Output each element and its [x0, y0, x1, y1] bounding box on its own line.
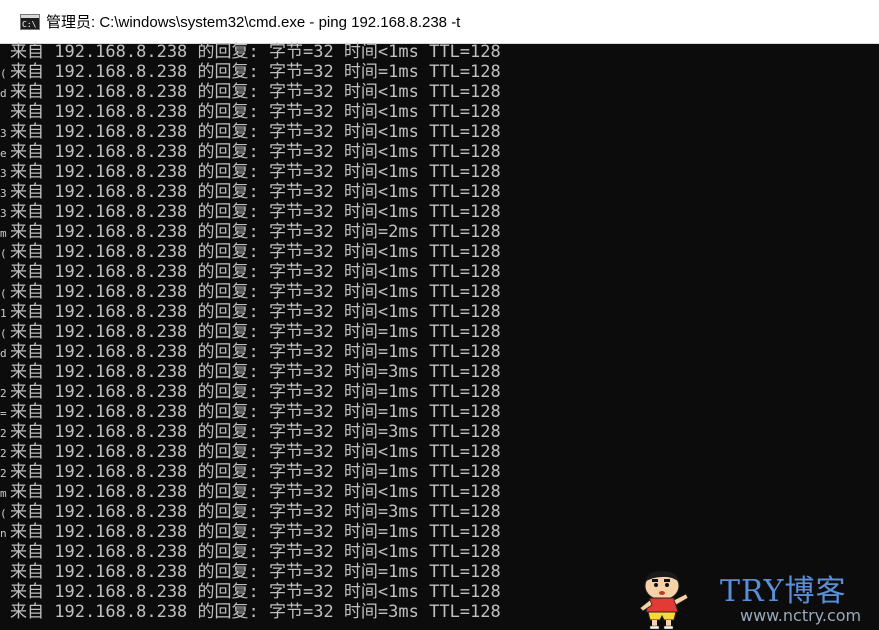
console-line: 来自 192.168.8.238 的回复: 字节=32 时间=3ms TTL=1… [10, 502, 501, 522]
background-window-char: 2 [0, 388, 7, 400]
background-window-char: 3 [0, 128, 7, 140]
console-line: 来自 192.168.8.238 的回复: 字节=32 时间<1ms TTL=1… [10, 442, 501, 462]
console-line: 来自 192.168.8.238 的回复: 字节=32 时间<1ms TTL=1… [10, 142, 501, 162]
console-line: 来自 192.168.8.238 的回复: 字节=32 时间=1ms TTL=1… [10, 342, 501, 362]
background-window-char: 1 [0, 308, 7, 320]
console-line: 来自 192.168.8.238 的回复: 字节=32 时间=1ms TTL=1… [10, 322, 501, 342]
console-line: 来自 192.168.8.238 的回复: 字节=32 时间=1ms TTL=1… [10, 462, 501, 482]
background-window-char: d [0, 88, 7, 100]
console-line: 来自 192.168.8.238 的回复: 字节=32 时间=2ms TTL=1… [10, 222, 501, 242]
console-line: 来自 192.168.8.238 的回复: 字节=32 时间<1ms TTL=1… [10, 302, 501, 322]
title-bar[interactable]: C:\ 管理员: C:\windows\system32\cmd.exe - p… [0, 0, 879, 44]
console-line: 来自 192.168.8.238 的回复: 字节=32 时间<1ms TTL=1… [10, 102, 501, 122]
background-window-char: ( [0, 288, 7, 300]
console-line: 来自 192.168.8.238 的回复: 字节=32 时间<1ms TTL=1… [10, 182, 501, 202]
console-line: 来自 192.168.8.238 的回复: 字节=32 时间<1ms TTL=1… [10, 122, 501, 142]
window-title: 管理员: C:\windows\system32\cmd.exe - ping … [46, 14, 461, 31]
background-window-char: = [0, 408, 7, 420]
background-window-char: e [0, 148, 7, 160]
console-line: 来自 192.168.8.238 的回复: 字节=32 时间=3ms TTL=1… [10, 362, 501, 382]
console-line: 来自 192.168.8.238 的回复: 字节=32 时间=3ms TTL=1… [10, 422, 501, 442]
console-line: 来自 192.168.8.238 的回复: 字节=32 时间<1ms TTL=1… [10, 542, 501, 562]
watermark-brand: TRY博客 [720, 574, 847, 609]
background-window-char: m [0, 488, 7, 500]
console-line: 来自 192.168.8.238 的回复: 字节=32 时间<1ms TTL=1… [10, 202, 501, 222]
crayon-shinchan-mascot [639, 570, 689, 630]
console-line: 来自 192.168.8.238 的回复: 字节=32 时间<1ms TTL=1… [10, 82, 501, 102]
background-window-edge: ( d 3 e 3 3 3 m ( (1 ( d 2 = 2 2 2 m ( n [0, 44, 8, 630]
console-output[interactable]: 来自 192.168.8.238 的回复: 字节=32 时间<1ms TTL=1… [10, 42, 870, 630]
console-line: 来自 192.168.8.238 的回复: 字节=32 时间<1ms TTL=1… [10, 482, 501, 502]
svg-text:C:\: C:\ [22, 20, 37, 29]
background-window-char: 3 [0, 168, 7, 180]
background-window-char: ( [0, 68, 7, 80]
background-window-char: n [0, 528, 7, 540]
cmd-window: C:\ 管理员: C:\windows\system32\cmd.exe - p… [0, 0, 879, 630]
background-window-char: 3 [0, 188, 7, 200]
watermark-url: www.nctry.com [740, 606, 862, 625]
console-line: 来自 192.168.8.238 的回复: 字节=32 时间<1ms TTL=1… [10, 162, 501, 182]
background-window-char: 2 [0, 428, 7, 440]
console-line: 来自 192.168.8.238 的回复: 字节=32 时间<1ms TTL=1… [10, 242, 501, 262]
console-line: 来自 192.168.8.238 的回复: 字节=32 时间<1ms TTL=1… [10, 262, 501, 282]
background-window-char: ( [0, 508, 7, 520]
console-line: 来自 192.168.8.238 的回复: 字节=32 时间=1ms TTL=1… [10, 382, 501, 402]
console-line: 来自 192.168.8.238 的回复: 字节=32 时间<1ms TTL=1… [10, 282, 501, 302]
background-window-char: 2 [0, 468, 7, 480]
background-window-char: ( [0, 328, 7, 340]
console-line: 来自 192.168.8.238 的回复: 字节=32 时间<1ms TTL=1… [10, 42, 501, 62]
background-window-char: 2 [0, 448, 7, 460]
background-window-char: ( [0, 248, 7, 260]
console-line: 来自 192.168.8.238 的回复: 字节=32 时间=1ms TTL=1… [10, 62, 501, 82]
background-window-char: 3 [0, 208, 7, 220]
console-line: 来自 192.168.8.238 的回复: 字节=32 时间=1ms TTL=1… [10, 402, 501, 422]
background-window-char: m [0, 228, 7, 240]
background-window-char: d [0, 348, 7, 360]
watermark: TRY博客 www.nctry.com [632, 566, 872, 630]
cmd-icon: C:\ [20, 13, 40, 30]
console-line: 来自 192.168.8.238 的回复: 字节=32 时间=1ms TTL=1… [10, 522, 501, 542]
